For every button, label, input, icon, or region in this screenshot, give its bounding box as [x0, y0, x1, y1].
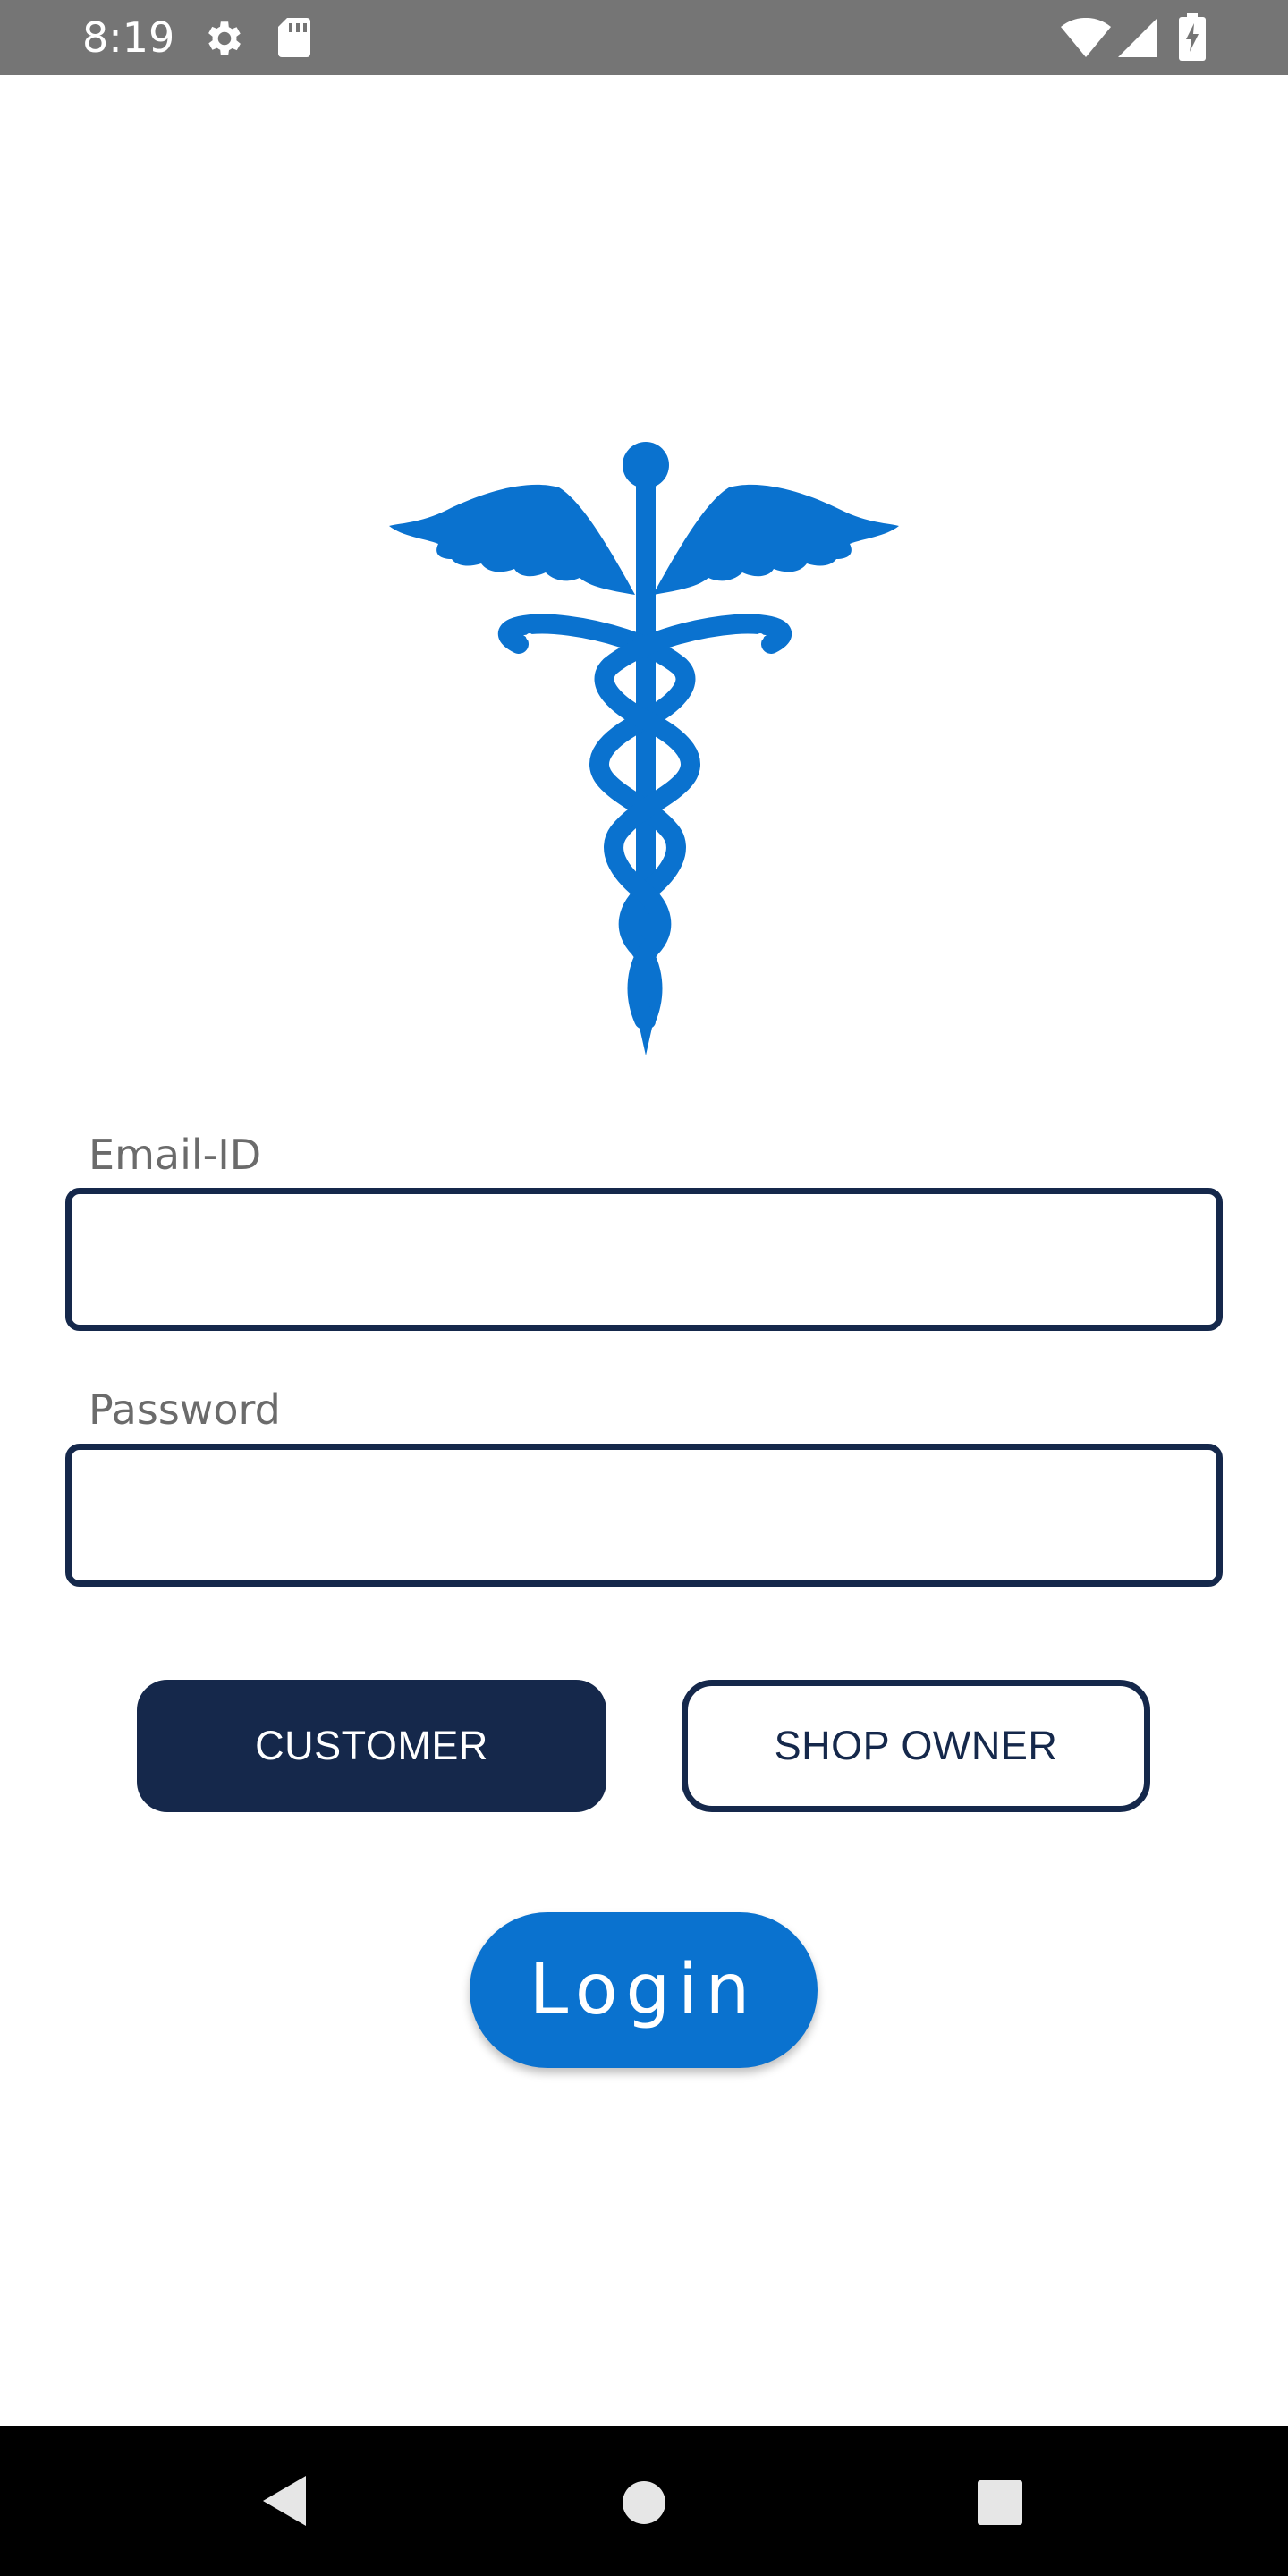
sd-card-icon: [278, 18, 310, 57]
shop-owner-button-label: SHOP OWNER: [774, 1723, 1058, 1768]
login-button-label: Login: [529, 1950, 758, 2030]
gear-icon: [208, 21, 241, 55]
login-button[interactable]: Login: [470, 1912, 818, 2068]
email-label: Email-ID: [89, 1131, 262, 1179]
signal-icon: [1118, 18, 1157, 57]
wifi-icon: [1061, 18, 1111, 57]
customer-button[interactable]: CUSTOMER: [137, 1680, 606, 1812]
back-icon[interactable]: [259, 2472, 309, 2529]
navigation-bar: [0, 2426, 1288, 2576]
battery-charging-icon: [1179, 13, 1206, 61]
password-label: Password: [89, 1385, 281, 1434]
caduceus-icon: [389, 442, 899, 1055]
shop-owner-button[interactable]: SHOP OWNER: [682, 1680, 1150, 1812]
status-bar: 8:19: [0, 0, 1288, 75]
home-icon[interactable]: [621, 2479, 667, 2526]
password-field[interactable]: [65, 1444, 1223, 1587]
status-time: 8:19: [82, 13, 175, 62]
customer-button-label: CUSTOMER: [255, 1723, 488, 1768]
email-field[interactable]: [65, 1188, 1223, 1331]
recents-icon[interactable]: [977, 2479, 1023, 2526]
